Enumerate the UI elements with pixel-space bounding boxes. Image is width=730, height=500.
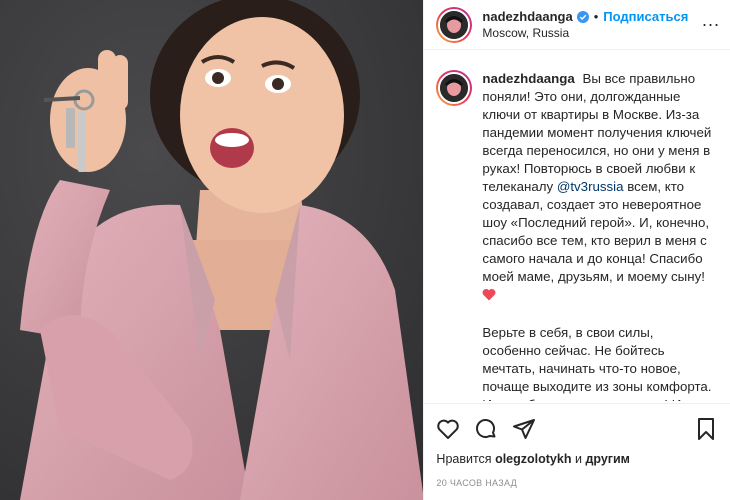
likes-conjunction: и — [574, 452, 582, 466]
share-icon[interactable] — [512, 417, 536, 441]
header-username[interactable]: nadezhdaanga — [482, 9, 572, 24]
post-photo[interactable] — [0, 0, 424, 500]
caption-paragraph-1a: Вы все правильно поняли! Это они, долгож… — [482, 71, 712, 194]
red-heart-emoji-icon — [482, 288, 496, 306]
post-header: nadezhdaanga • Подписаться Moscow, Russi… — [424, 0, 730, 50]
mention-link[interactable]: @tv3russia — [557, 179, 624, 194]
profile-avatar[interactable] — [436, 6, 473, 43]
liked-by-others-link[interactable]: другим — [585, 452, 630, 466]
like-heart-icon[interactable] — [436, 417, 460, 441]
comment-icon[interactable] — [474, 417, 498, 441]
separator-dot: • — [593, 9, 599, 24]
verified-badge-icon — [576, 10, 589, 23]
caption-paragraph-2: Верьте в себя, в свои силы, особенно сей… — [482, 325, 712, 401]
bookmark-icon[interactable] — [694, 417, 718, 441]
woman-holding-keys-image — [0, 0, 424, 500]
likes-summary: Нравится olegzolotykh и другим — [436, 452, 718, 466]
post-actions: Нравится olegzolotykh и другим 20 ЧАСОВ … — [424, 403, 730, 488]
post-timestamp[interactable]: 20 ЧАСОВ НАЗАД — [436, 478, 718, 488]
likes-prefix: Нравится — [436, 452, 492, 466]
follow-button[interactable]: Подписаться — [603, 9, 688, 24]
caption-text: nadezhdaanga Вы все правильно поняли! Эт… — [482, 70, 712, 401]
more-options-icon[interactable]: ... — [702, 10, 720, 31]
location-link[interactable]: Moscow, Russia — [482, 26, 688, 40]
liked-by-username[interactable]: olegzolotykh — [495, 452, 571, 466]
caption-paragraph-1b: всем, кто создавал, создает это невероят… — [482, 179, 710, 284]
caption-username[interactable]: nadezhdaanga — [482, 71, 574, 86]
caption-avatar[interactable] — [436, 70, 473, 106]
post-sidebar: nadezhdaanga • Подписаться Moscow, Russi… — [423, 0, 730, 500]
instagram-post: nadezhdaanga • Подписаться Moscow, Russi… — [0, 0, 730, 500]
caption-comment: nadezhdaanga Вы все правильно поняли! Эт… — [424, 56, 730, 401]
